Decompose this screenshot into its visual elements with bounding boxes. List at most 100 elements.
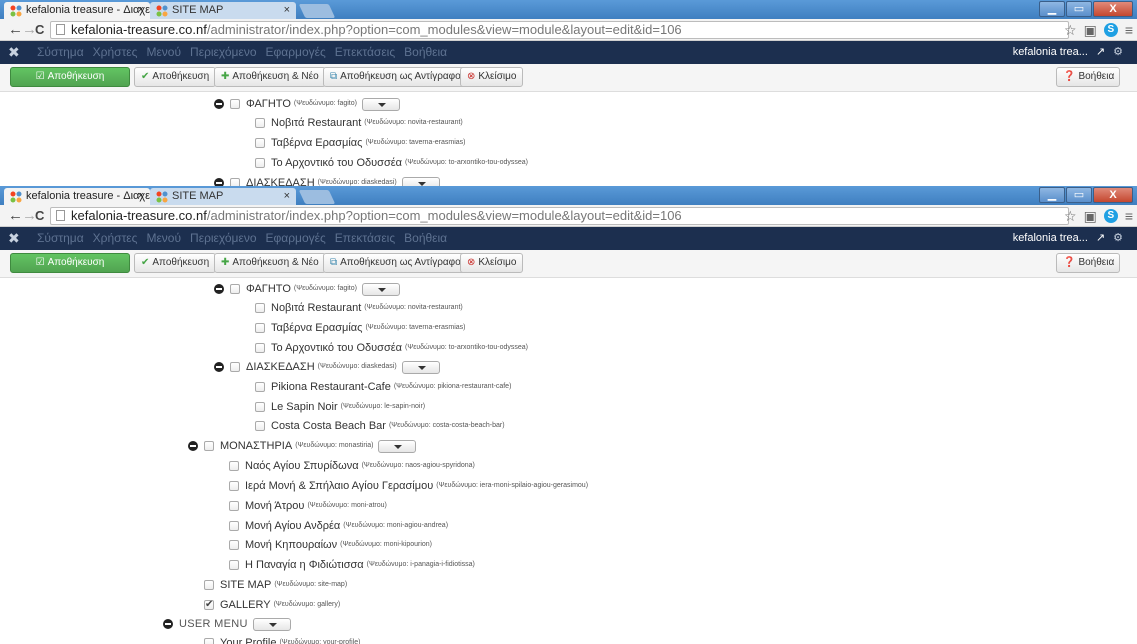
dropdown-button[interactable] <box>252 617 291 631</box>
collapse-icon[interactable] <box>214 99 224 109</box>
save-close-button[interactable]: ✔ Αποθήκευση <box>134 253 217 273</box>
checkbox[interactable] <box>255 421 265 431</box>
dropdown-button[interactable] <box>361 282 400 296</box>
save-copy-button[interactable]: ⧉ Αποθήκευση ως Αντίγραφο <box>323 67 468 87</box>
checkbox[interactable] <box>229 560 239 570</box>
tree-item: Ταβέρνα Ερασμίας (Ψευδώνυμο: taverna-era… <box>255 134 466 152</box>
checkbox[interactable] <box>229 481 239 491</box>
checkbox[interactable] <box>230 284 240 294</box>
skype-icon[interactable]: S <box>1103 209 1118 223</box>
close-button[interactable]: ⊗ Κλείσιμο <box>460 253 524 273</box>
collapse-icon[interactable] <box>214 362 224 372</box>
gear-icon[interactable]: ⚙ <box>1113 227 1123 250</box>
menu-menus[interactable]: Μενού <box>146 227 181 250</box>
tab-close-icon[interactable]: × <box>138 2 144 19</box>
checkbox[interactable] <box>255 158 265 168</box>
menu-system[interactable]: Σύστημα <box>37 41 84 64</box>
dropdown-button[interactable] <box>401 360 440 374</box>
site-name-link[interactable]: kefalonia trea... <box>1013 227 1088 250</box>
save-new-button[interactable]: ✚ Αποθήκευση & Νέο <box>214 253 326 273</box>
menu-menus[interactable]: Μενού <box>146 41 181 64</box>
collapse-icon[interactable] <box>214 284 224 294</box>
checkbox[interactable] <box>229 461 239 471</box>
close-window-button[interactable]: X <box>1093 1 1133 17</box>
checkbox[interactable] <box>204 580 214 590</box>
bookmark-star-icon[interactable]: ☆ <box>1064 207 1077 225</box>
menu-content[interactable]: Περιεχόμενο <box>190 227 256 250</box>
help-button[interactable]: ❓ Βοήθεια <box>1056 253 1120 273</box>
menu-help[interactable]: Βοήθεια <box>404 227 447 250</box>
item-title: Le Sapin Noir <box>271 401 338 413</box>
menu-extensions[interactable]: Επεκτάσεις <box>335 41 395 64</box>
save-button[interactable]: ☑ Αποθήκευση <box>10 253 130 273</box>
menu-system[interactable]: Σύστημα <box>37 227 84 250</box>
menu-icon[interactable]: ≡ <box>1125 207 1133 225</box>
checkbox[interactable] <box>255 303 265 313</box>
close-window-button[interactable]: X <box>1093 187 1133 203</box>
save-copy-button[interactable]: ⧉ Αποθήκευση ως Αντίγραφο <box>323 253 468 273</box>
checkbox[interactable] <box>255 402 265 412</box>
back-arrow-icon[interactable]: ← <box>8 207 23 225</box>
extension-icon[interactable]: ▣ <box>1084 207 1097 225</box>
bookmark-star-icon[interactable]: ☆ <box>1064 21 1077 39</box>
checkbox[interactable] <box>255 343 265 353</box>
tab-kefalonia-admin[interactable]: kefalonia treasure - Διαχε × <box>4 188 150 205</box>
checkbox[interactable] <box>230 362 240 372</box>
checkbox[interactable] <box>255 323 265 333</box>
item-alias: (Ψευδώνυμο: moni-atrou) <box>307 502 387 509</box>
extension-icon[interactable]: ▣ <box>1084 21 1097 39</box>
menu-extensions[interactable]: Επεκτάσεις <box>335 227 395 250</box>
checkbox[interactable] <box>255 382 265 392</box>
menu-users[interactable]: Χρήστες <box>93 41 138 64</box>
tab-close-icon[interactable]: × <box>138 188 144 205</box>
checkbox[interactable] <box>255 138 265 148</box>
checkbox-checked[interactable] <box>204 596 214 614</box>
menu-components[interactable]: Εφαρμογές <box>266 41 326 64</box>
new-tab-button[interactable] <box>298 4 336 18</box>
menu-icon[interactable]: ≡ <box>1125 21 1133 39</box>
save-new-button[interactable]: ✚ Αποθήκευση & Νέο <box>214 67 326 87</box>
checkbox[interactable] <box>229 521 239 531</box>
save-close-button[interactable]: ✔ Αποθήκευση <box>134 67 217 87</box>
save-button[interactable]: ☑ Αποθήκευση <box>10 67 130 87</box>
joomla-logo-icon[interactable]: ✖ <box>8 230 20 247</box>
reload-icon[interactable]: C <box>35 21 44 39</box>
external-link-icon[interactable]: ↗ <box>1096 41 1105 64</box>
dropdown-button[interactable] <box>378 439 417 453</box>
checkbox[interactable] <box>204 441 214 451</box>
gear-icon[interactable]: ⚙ <box>1113 41 1123 64</box>
address-bar[interactable]: kefalonia-treasure.co.nf/administrator/i… <box>50 21 1069 39</box>
tab-kefalonia-admin[interactable]: kefalonia treasure - Διαχε × <box>4 2 150 19</box>
maximize-button[interactable]: ▭ <box>1066 187 1092 203</box>
item-title: SITE MAP <box>220 579 272 591</box>
skype-icon[interactable]: S <box>1103 23 1118 37</box>
close-button[interactable]: ⊗ Κλείσιμο <box>460 67 524 87</box>
address-bar[interactable]: kefalonia-treasure.co.nf/administrator/i… <box>50 207 1069 225</box>
help-button[interactable]: ❓ Βοήθεια <box>1056 67 1120 87</box>
maximize-button[interactable]: ▭ <box>1066 1 1092 17</box>
tab-site-map[interactable]: SITE MAP × <box>150 2 296 19</box>
menu-users[interactable]: Χρήστες <box>93 227 138 250</box>
reload-icon[interactable]: C <box>35 207 44 225</box>
dropdown-button[interactable] <box>361 97 400 111</box>
external-link-icon[interactable]: ↗ <box>1096 227 1105 250</box>
collapse-icon[interactable] <box>188 441 198 451</box>
menu-help[interactable]: Βοήθεια <box>404 41 447 64</box>
tab-close-icon[interactable]: × <box>284 2 290 19</box>
checkbox[interactable] <box>230 99 240 109</box>
checkbox[interactable] <box>255 118 265 128</box>
tab-close-icon[interactable]: × <box>284 188 290 205</box>
menu-content[interactable]: Περιεχόμενο <box>190 41 256 64</box>
collapse-icon[interactable] <box>163 619 173 629</box>
site-name-link[interactable]: kefalonia trea... <box>1013 41 1088 64</box>
tab-site-map[interactable]: SITE MAP × <box>150 188 296 205</box>
checkbox[interactable] <box>204 638 214 644</box>
joomla-logo-icon[interactable]: ✖ <box>8 44 20 61</box>
menu-components[interactable]: Εφαρμογές <box>266 227 326 250</box>
checkbox[interactable] <box>229 540 239 550</box>
new-tab-button[interactable] <box>298 190 336 204</box>
minimize-button[interactable]: ▁ <box>1039 1 1065 17</box>
minimize-button[interactable]: ▁ <box>1039 187 1065 203</box>
back-arrow-icon[interactable]: ← <box>8 21 23 39</box>
checkbox[interactable] <box>229 501 239 511</box>
